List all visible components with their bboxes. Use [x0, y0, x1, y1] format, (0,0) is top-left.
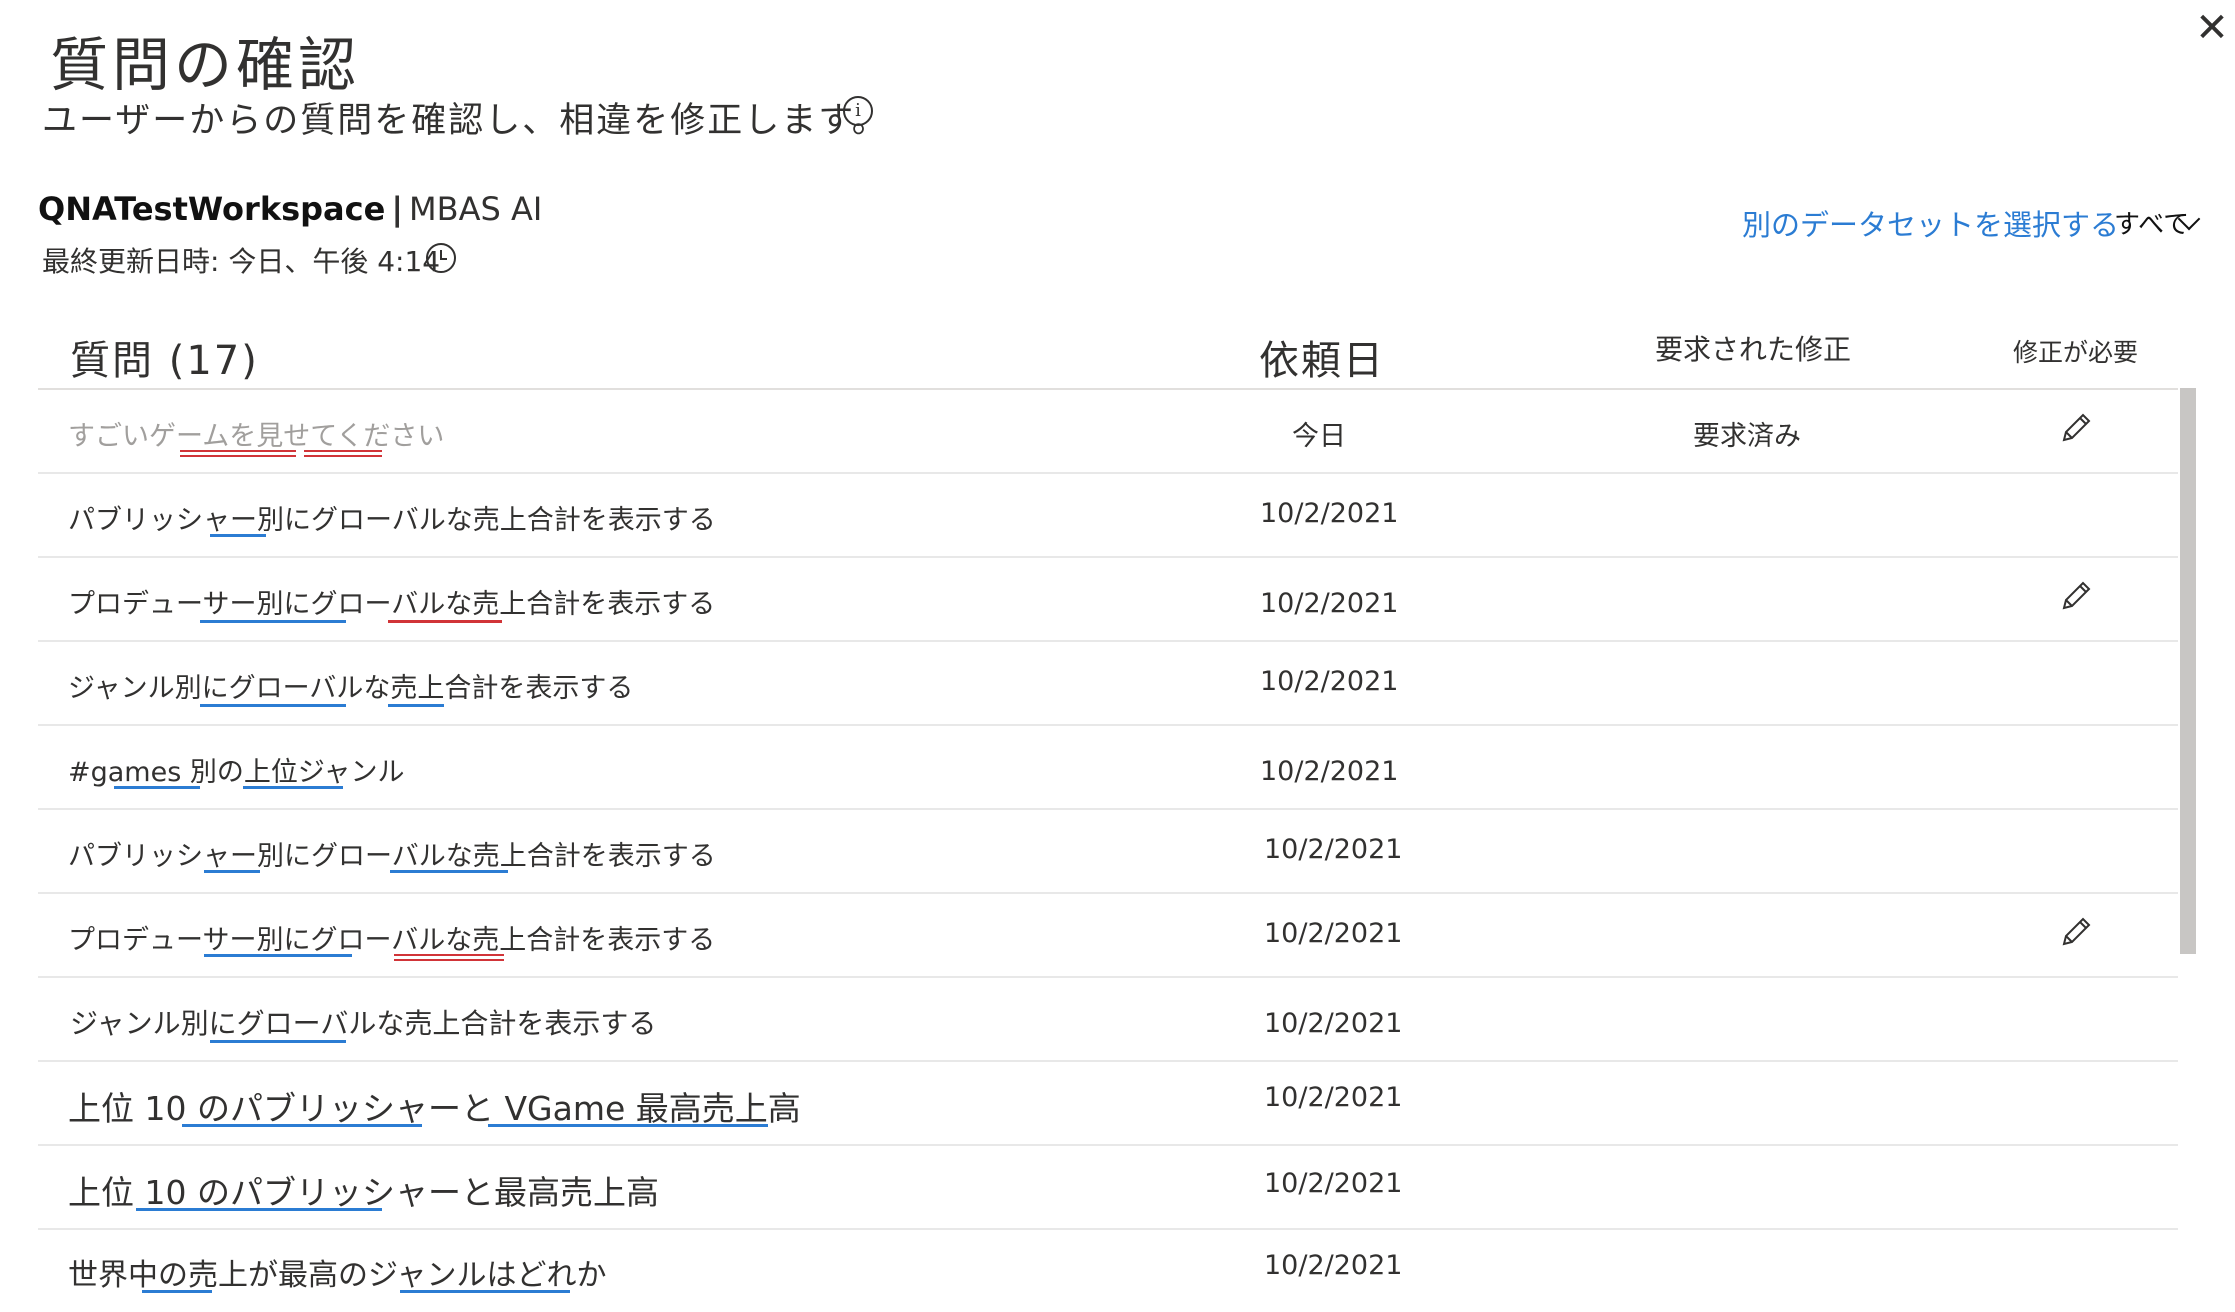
- request-date: 10/2/2021: [1260, 588, 1399, 619]
- entity-underline: [243, 786, 343, 789]
- pencil-icon[interactable]: [2058, 914, 2094, 950]
- question-text: ジャンル別にグローバルな売上合計を表示する: [68, 673, 634, 704]
- request-date: 10/2/2021: [1264, 1008, 1403, 1039]
- table-row[interactable]: 世界中の売上が最高のジャンルはどれか 10/2/2021: [38, 1230, 2178, 1312]
- pencil-icon[interactable]: [2058, 410, 2094, 446]
- table-row[interactable]: ジャンル別にグローバルな売上合計を表示する 10/2/2021: [38, 978, 2178, 1062]
- entity-underline: [142, 1290, 212, 1293]
- workspace-name: QNATestWorkspace: [38, 190, 386, 228]
- column-header-needs-fix[interactable]: 修正が必要: [2013, 333, 2138, 369]
- workspace-separator: |: [391, 190, 403, 228]
- requested-status: 要求済み: [1693, 421, 1801, 452]
- select-dataset-link[interactable]: 別のデータセットを選択する: [1742, 202, 2119, 244]
- question-text: ジャンル別にグローバルな売上合計を表示する: [70, 1007, 657, 1040]
- entity-underline: [200, 704, 346, 707]
- entity-underline: [204, 954, 352, 957]
- request-date: 10/2/2021: [1264, 834, 1403, 865]
- table-row[interactable]: #games 別の上位ジャンル 10/2/2021: [38, 726, 2178, 810]
- column-header-date[interactable]: 依頼日: [1259, 328, 1385, 386]
- entity-underline: [114, 786, 200, 789]
- table-row[interactable]: パブリッシャー別にグローバルな売上合計を表示する 10/2/2021: [38, 474, 2178, 558]
- dataset-name: MBAS AI: [409, 190, 543, 228]
- question-text: パブリッシャー別にグローバルな売上合計を表示する: [68, 505, 716, 536]
- table-row[interactable]: プロデューサー別にグローバルな売上合計を表示する 10/2/2021: [38, 558, 2178, 642]
- table-row[interactable]: プロデューサー別にグローバルな売上合計を表示する 10/2/2021: [38, 894, 2178, 978]
- entity-underline: [210, 1040, 346, 1043]
- filter-label: すべて: [2114, 210, 2190, 240]
- request-date: 10/2/2021: [1260, 666, 1399, 697]
- request-date: 10/2/2021: [1264, 1168, 1403, 1199]
- request-date: 10/2/2021: [1260, 498, 1399, 529]
- question-text: パブリッシャー別にグローバルな売上合計を表示する: [68, 841, 716, 872]
- request-date: 10/2/2021: [1264, 1250, 1403, 1281]
- table-row[interactable]: 上位 10 のパブリッシャーと最高売上高 10/2/2021: [38, 1146, 2178, 1230]
- close-icon[interactable]: ✕: [2192, 8, 2232, 48]
- filter-dropdown[interactable]: すべて: [2114, 204, 2201, 241]
- request-date: 10/2/2021: [1264, 918, 1403, 949]
- table-row[interactable]: 上位 10 のパブリッシャーと VGame 最高売上高 10/2/2021: [38, 1062, 2178, 1146]
- entity-underline: [182, 1124, 422, 1127]
- table-row[interactable]: パブリッシャー別にグローバルな売上合計を表示する 10/2/2021: [38, 810, 2178, 894]
- question-text: すごいゲームを見せてください: [68, 421, 445, 452]
- question-list: すごいゲームを見せてください 今日 要求済み パブリッシャー別にグローバルな売上…: [38, 390, 2178, 1312]
- entity-underline: [390, 870, 508, 873]
- scrollbar[interactable]: [2180, 388, 2196, 954]
- question-text: プロデューサー別にグローバルな売上合計を表示する: [68, 925, 716, 956]
- entity-underline: [388, 704, 444, 707]
- spelling-underline: [388, 620, 502, 623]
- table-row[interactable]: すごいゲームを見せてください 今日 要求済み: [38, 390, 2178, 474]
- entity-underline: [204, 870, 260, 873]
- clock-icon: [426, 243, 456, 273]
- question-text: 世界中の売上が最高のジャンルはどれか: [68, 1258, 607, 1293]
- table-row[interactable]: ジャンル別にグローバルな売上合計を表示する 10/2/2021: [38, 642, 2178, 726]
- last-updated: 最終更新日時: 今日、午後 4:14: [42, 245, 441, 278]
- question-text: #games 別の上位ジャンル: [68, 757, 405, 788]
- page-title: 質問の確認: [50, 31, 361, 99]
- question-text: 上位 10 のパブリッシャーと最高売上高: [68, 1173, 659, 1212]
- info-icon[interactable]: i: [843, 96, 873, 126]
- request-date: 10/2/2021: [1260, 756, 1399, 787]
- entity-underline: [400, 1290, 570, 1293]
- entity-underline: [136, 1208, 382, 1211]
- column-header-requested[interactable]: 要求された修正: [1655, 328, 1851, 368]
- column-header-question[interactable]: 質問 (17): [70, 328, 259, 386]
- spelling-underline: [180, 450, 296, 452]
- entity-underline: [200, 620, 346, 623]
- request-date: 今日: [1292, 421, 1346, 452]
- request-date: 10/2/2021: [1264, 1082, 1403, 1113]
- entity-underline: [488, 1124, 768, 1127]
- spelling-underline: [394, 954, 504, 956]
- page-subtitle: ユーザーからの質問を確認し、相違を修正します。: [42, 101, 889, 141]
- entity-underline: [210, 534, 266, 537]
- pencil-icon[interactable]: [2058, 578, 2094, 614]
- spelling-underline: [304, 450, 382, 452]
- question-text: プロデューサー別にグローバルな売上合計を表示する: [68, 589, 716, 620]
- workspace-label: QNATestWorkspace | MBAS AI: [38, 190, 542, 228]
- question-text: 上位 10 のパブリッシャーと VGame 最高売上高: [68, 1089, 801, 1128]
